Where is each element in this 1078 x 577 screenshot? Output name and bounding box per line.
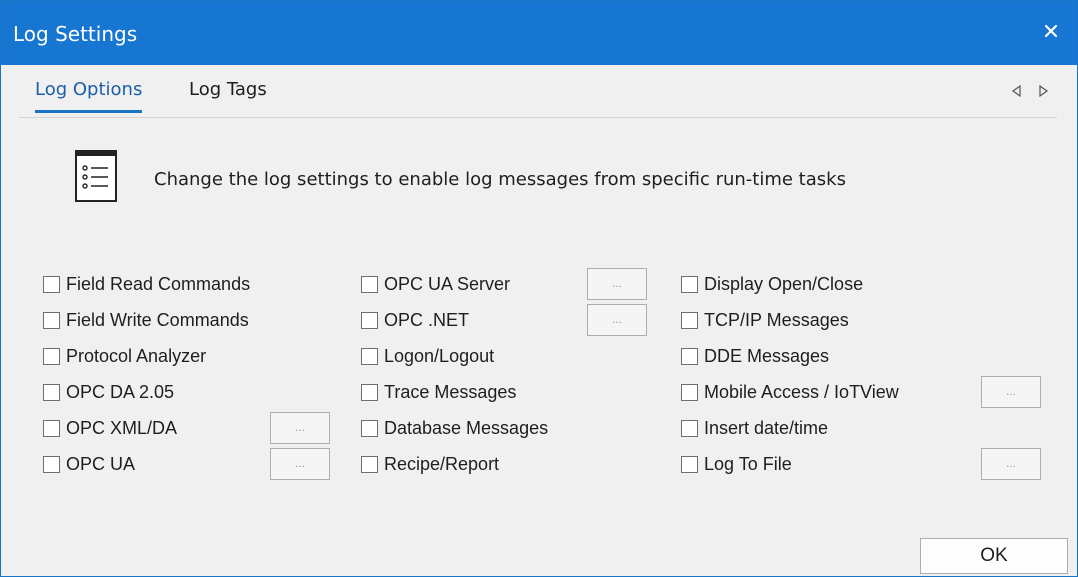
checkbox[interactable] — [361, 275, 378, 293]
tab-scroll-right-button[interactable] — [1033, 81, 1053, 101]
checkbox[interactable] — [361, 311, 378, 329]
tab-strip: Log Options Log Tags — [19, 65, 1057, 118]
checkbox[interactable] — [681, 347, 698, 365]
option-recipe-report[interactable]: Recipe/Report — [361, 452, 499, 476]
checkbox[interactable] — [681, 383, 698, 401]
triangle-right-icon — [1039, 84, 1049, 98]
option-dde-messages[interactable]: DDE Messages — [681, 344, 829, 368]
title-bar: Log Settings — [1, 1, 1077, 65]
option-label: OPC UA Server — [384, 273, 511, 294]
checkbox[interactable] — [43, 419, 60, 437]
option-label: TCP/IP Messages — [704, 309, 849, 330]
option-label: Insert date/time — [704, 417, 829, 438]
checkbox[interactable] — [681, 419, 698, 437]
option-mobile-access-iotview[interactable]: Mobile Access / IoTView — [681, 380, 899, 404]
option-opc-xml-da[interactable]: OPC XML/DA — [43, 416, 177, 440]
option-label: Log To File — [704, 453, 792, 474]
log-to-file-settings-button[interactable]: ... — [981, 448, 1041, 480]
opc-xml-da-settings-button[interactable]: ... — [270, 412, 330, 444]
option-field-read-commands[interactable]: Field Read Commands — [43, 272, 250, 296]
option-label: Recipe/Report — [384, 453, 500, 474]
option-label: Database Messages — [384, 417, 549, 438]
option-label: OPC .NET — [384, 309, 470, 330]
option-logon-logout[interactable]: Logon/Logout — [361, 344, 494, 368]
option-trace-messages[interactable]: Trace Messages — [361, 380, 516, 404]
option-label: Protocol Analyzer — [66, 345, 207, 366]
list-document-icon — [71, 148, 121, 204]
option-label: Display Open/Close — [704, 273, 864, 294]
checkbox[interactable] — [361, 347, 378, 365]
tab-log-tags[interactable]: Log Tags — [189, 79, 267, 110]
checkbox[interactable] — [361, 455, 378, 473]
ok-button[interactable]: OK — [920, 538, 1068, 574]
tab-log-options[interactable]: Log Options — [35, 79, 143, 113]
option-protocol-analyzer[interactable]: Protocol Analyzer — [43, 344, 206, 368]
log-settings-dialog: Log Settings Log Options Log Tags Change… — [0, 0, 1078, 577]
option-opc-ua[interactable]: OPC UA — [43, 452, 135, 476]
option-label: Field Read Commands — [66, 273, 251, 294]
info-description: Change the log settings to enable log me… — [154, 169, 846, 190]
checkbox[interactable] — [43, 383, 60, 401]
checkbox[interactable] — [43, 275, 60, 293]
mobile-access-settings-button[interactable]: ... — [981, 376, 1041, 408]
window-title: Log Settings — [13, 22, 138, 46]
option-field-write-commands[interactable]: Field Write Commands — [43, 308, 249, 332]
triangle-left-icon — [1011, 84, 1021, 98]
checkbox[interactable] — [361, 383, 378, 401]
opc-ua-server-settings-button[interactable]: ... — [587, 268, 647, 300]
checkbox[interactable] — [681, 311, 698, 329]
tab-scroll-arrows — [1003, 81, 1057, 101]
option-label: Trace Messages — [384, 381, 517, 402]
close-button[interactable] — [1031, 11, 1071, 51]
checkbox[interactable] — [43, 347, 60, 365]
option-label: DDE Messages — [704, 345, 830, 366]
option-opc-net[interactable]: OPC .NET — [361, 308, 469, 332]
checkbox[interactable] — [681, 455, 698, 473]
opc-net-settings-button[interactable]: ... — [587, 304, 647, 336]
option-log-to-file[interactable]: Log To File — [681, 452, 792, 476]
close-icon — [1044, 24, 1058, 38]
option-tcp-ip-messages[interactable]: TCP/IP Messages — [681, 308, 849, 332]
option-insert-date-time[interactable]: Insert date/time — [681, 416, 828, 440]
option-label: OPC UA — [66, 453, 136, 474]
tab-scroll-left-button[interactable] — [1007, 81, 1027, 101]
option-label: Logon/Logout — [384, 345, 495, 366]
option-display-open-close[interactable]: Display Open/Close — [681, 272, 863, 296]
option-label: Field Write Commands — [66, 309, 249, 330]
checkbox[interactable] — [681, 275, 698, 293]
checkbox[interactable] — [43, 311, 60, 329]
option-label: OPC DA 2.05 — [66, 381, 175, 402]
option-label: Mobile Access / IoTView — [704, 381, 899, 402]
option-opc-da-205[interactable]: OPC DA 2.05 — [43, 380, 174, 404]
option-opc-ua-server[interactable]: OPC UA Server — [361, 272, 510, 296]
option-label: OPC XML/DA — [66, 417, 178, 438]
opc-ua-settings-button[interactable]: ... — [270, 448, 330, 480]
checkbox[interactable] — [43, 455, 60, 473]
checkbox[interactable] — [361, 419, 378, 437]
option-database-messages[interactable]: Database Messages — [361, 416, 548, 440]
